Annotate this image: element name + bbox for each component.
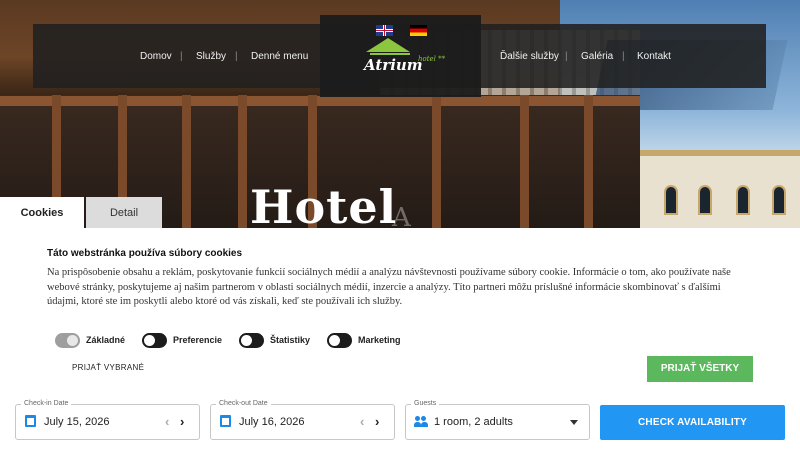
toggle-preferencie[interactable] — [142, 333, 167, 348]
toggle-label-preferencie: Preferencie — [173, 335, 223, 345]
chevron-left-icon[interactable]: ‹ — [165, 414, 169, 429]
checkout-value: July 16, 2026 — [239, 416, 305, 428]
nav-separator: | — [565, 51, 568, 62]
roof-logo-icon — [366, 38, 410, 52]
german-flag-icon[interactable] — [410, 25, 427, 36]
hotel-logo[interactable]: Atrium hotel ** — [362, 38, 450, 78]
cookie-description: Na prispôsobenie obsahu a reklám, poskyt… — [47, 267, 731, 307]
guests-label: Guests — [411, 400, 440, 407]
nav-link-dalsie-sluzby[interactable]: Ďalšie služby — [500, 51, 559, 62]
english-flag-icon[interactable] — [376, 25, 393, 36]
toggle-statistiky[interactable] — [239, 333, 264, 348]
nav-link-domov[interactable]: Domov — [140, 51, 172, 62]
accept-all-button[interactable]: PRIJAŤ VŠETKY — [647, 356, 753, 382]
nav-separator: | — [235, 51, 238, 62]
check-availability-button[interactable]: CHECK AVAILABILITY — [600, 405, 785, 440]
toggle-zakladne — [55, 333, 80, 348]
people-icon — [414, 416, 428, 427]
hero-title: Hotel — [250, 180, 398, 234]
toggle-marketing[interactable] — [327, 333, 352, 348]
nav-separator: | — [180, 51, 183, 62]
nav-link-galeria[interactable]: Galéria — [581, 51, 613, 62]
chevron-left-icon[interactable]: ‹ — [360, 414, 364, 429]
chevron-right-icon[interactable]: › — [180, 414, 184, 429]
nav-link-sluzby[interactable]: Služby — [196, 51, 226, 62]
checkin-value: July 15, 2026 — [44, 416, 110, 428]
nav-link-kontakt[interactable]: Kontakt — [637, 51, 671, 62]
nav-separator: | — [622, 51, 625, 62]
logo-text: Atrium — [364, 56, 423, 74]
toggle-label-statistiky: Štatistiky — [270, 335, 311, 345]
calendar-icon — [220, 415, 231, 427]
active-tab-indicator — [0, 226, 84, 228]
logo-subtext: hotel ** — [418, 55, 446, 63]
tab-detail[interactable]: Detail — [86, 197, 162, 228]
guests-value: 1 room, 2 adults — [434, 416, 513, 428]
chevron-right-icon[interactable]: › — [375, 414, 379, 429]
dropdown-caret-icon[interactable] — [570, 420, 578, 425]
accept-selected-button[interactable]: PRIJAŤ VYBRANÉ — [72, 363, 144, 372]
cookie-title: Táto webstránka používa súbory cookies — [47, 248, 243, 259]
checkin-label: Check-in Date — [21, 400, 72, 407]
tab-cookies[interactable]: Cookies — [0, 197, 84, 228]
toggle-label-marketing: Marketing — [358, 335, 401, 345]
calendar-icon — [25, 415, 36, 427]
checkout-label: Check-out Date — [216, 400, 271, 407]
nav-link-denne-menu[interactable]: Denné menu — [251, 51, 308, 62]
toggle-label-zakladne: Základné — [86, 335, 126, 345]
